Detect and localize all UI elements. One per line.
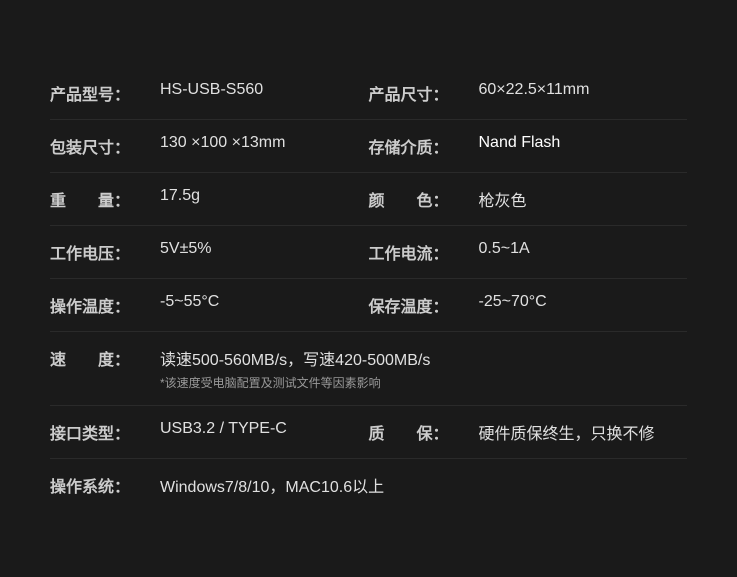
spec-label: 操作温度： [50, 293, 160, 317]
spec-value: -5~55°C [160, 293, 219, 310]
spec-label: 保存温度： [369, 293, 479, 317]
spec-value: HS-USB-S560 [160, 81, 263, 98]
spec-value: Windows7/8/10，MAC10.6以上 [160, 479, 384, 496]
spec-value: 130 ×100 ×13mm [160, 134, 285, 151]
row-op-temp-storage-temp: 操作温度：-5~55°C保存温度：-25~70°C [50, 279, 687, 332]
spec-value-wrap: 130 ×100 ×13mm [160, 134, 285, 152]
spec-col: 存储介质：Nand Flash [369, 134, 688, 158]
spec-value: 17.5g [160, 187, 200, 204]
spec-value: USB3.2 / TYPE-C [160, 420, 287, 437]
spec-label: 接口类型： [50, 420, 160, 444]
spec-col: 速 度：读速500-560MB/s，写速420-500MB/s *该速度受电脑配置… [50, 346, 687, 391]
spec-value-wrap: 枪灰色 [479, 187, 527, 211]
spec-col: 工作电流：0.5~1A [369, 240, 688, 264]
spec-value-wrap: 读速500-560MB/s，写速420-500MB/s *该速度受电脑配置及测试文… [160, 346, 430, 391]
spec-label: 工作电压： [50, 240, 160, 264]
spec-label: 包装尺寸： [50, 134, 160, 158]
spec-label: 质 保： [369, 420, 479, 444]
row-speed: 速 度：读速500-560MB/s，写速420-500MB/s *该速度受电脑配置… [50, 332, 687, 406]
spec-value-wrap: Nand Flash [479, 134, 561, 152]
row-os: 操作系统：Windows7/8/10，MAC10.6以上 [50, 459, 687, 511]
spec-value: 60×22.5×11mm [479, 81, 590, 98]
row-interface-warranty: 接口类型：USB3.2 / TYPE-C质 保：硬件质保终生，只换不修 [50, 406, 687, 459]
spec-value: 0.5~1A [479, 240, 530, 257]
spec-value: -25~70°C [479, 293, 547, 310]
spec-value-wrap: 17.5g [160, 187, 200, 205]
specs-table: 产品型号：HS-USB-S560产品尺寸：60×22.5×11mm包装尺寸：13… [0, 47, 737, 531]
spec-label: 工作电流： [369, 240, 479, 264]
row-voltage-current: 工作电压：5V±5%工作电流：0.5~1A [50, 226, 687, 279]
spec-col: 工作电压：5V±5% [50, 240, 369, 264]
spec-col: 保存温度：-25~70°C [369, 293, 688, 317]
row-model-size: 产品型号：HS-USB-S560产品尺寸：60×22.5×11mm [50, 67, 687, 120]
spec-value-wrap: 硬件质保终生，只换不修 [479, 420, 655, 444]
spec-value-wrap: 0.5~1A [479, 240, 530, 258]
spec-value: 硬件质保终生，只换不修 [479, 426, 655, 443]
spec-col: 产品尺寸：60×22.5×11mm [369, 81, 688, 105]
spec-label: 产品尺寸： [369, 81, 479, 105]
spec-col: 产品型号：HS-USB-S560 [50, 81, 369, 105]
spec-col: 包装尺寸：130 ×100 ×13mm [50, 134, 369, 158]
spec-value-wrap: 5V±5% [160, 240, 211, 258]
spec-value-wrap: 60×22.5×11mm [479, 81, 590, 99]
row-package-storage: 包装尺寸：130 ×100 ×13mm存储介质：Nand Flash [50, 120, 687, 173]
spec-value-wrap: USB3.2 / TYPE-C [160, 420, 287, 438]
spec-value-wrap: -5~55°C [160, 293, 219, 311]
spec-col: 操作系统：Windows7/8/10，MAC10.6以上 [50, 473, 687, 497]
row-weight-color: 重 量：17.5g颜 色：枪灰色 [50, 173, 687, 226]
spec-label: 速 度： [50, 346, 160, 370]
spec-label: 操作系统： [50, 473, 160, 497]
spec-label: 颜 色： [369, 187, 479, 211]
spec-label: 存储介质： [369, 134, 479, 158]
spec-value: 5V±5% [160, 240, 211, 257]
spec-col: 颜 色：枪灰色 [369, 187, 688, 211]
spec-value-wrap: Windows7/8/10，MAC10.6以上 [160, 473, 384, 497]
spec-value-wrap: HS-USB-S560 [160, 81, 263, 99]
spec-col: 操作温度：-5~55°C [50, 293, 369, 317]
spec-label: 重 量： [50, 187, 160, 211]
spec-col: 质 保：硬件质保终生，只换不修 [369, 420, 688, 444]
spec-value: 读速500-560MB/s，写速420-500MB/s [160, 352, 430, 369]
spec-col: 重 量：17.5g [50, 187, 369, 211]
spec-label: 产品型号： [50, 81, 160, 105]
spec-note: *该速度受电脑配置及测试文件等因素影响 [160, 374, 430, 391]
spec-value: Nand Flash [479, 134, 561, 151]
spec-value-wrap: -25~70°C [479, 293, 547, 311]
spec-col: 接口类型：USB3.2 / TYPE-C [50, 420, 369, 444]
spec-value: 枪灰色 [479, 193, 527, 210]
